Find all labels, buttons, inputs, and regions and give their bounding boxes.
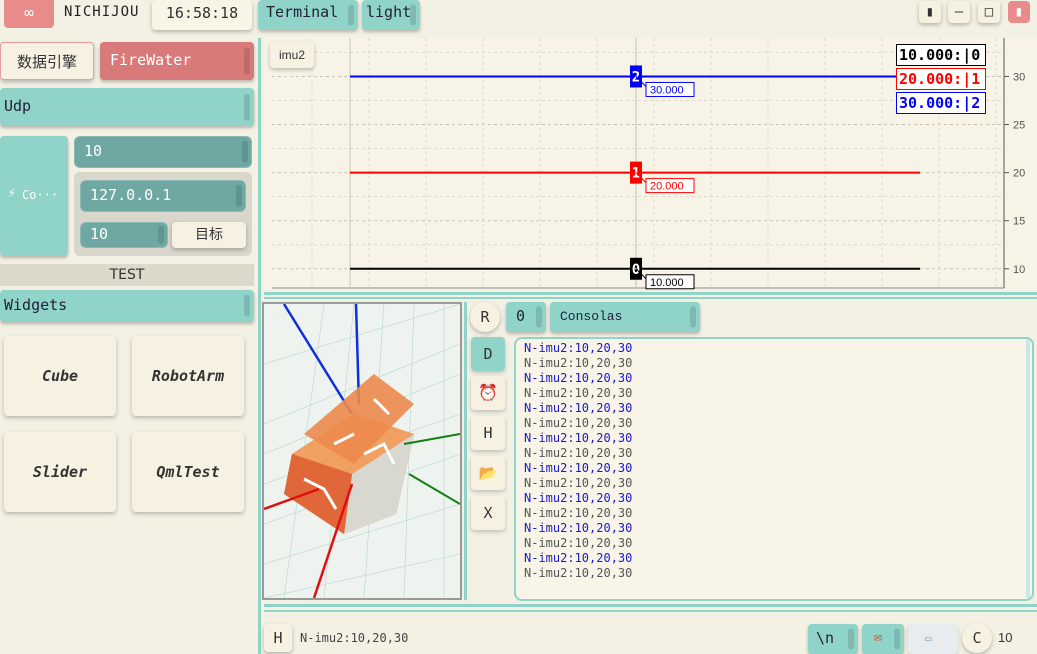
target-button[interactable]: 目标 bbox=[172, 222, 246, 248]
engine-select-value: FireWater bbox=[110, 51, 192, 69]
console-line: N-imu2:10,20,30 bbox=[524, 521, 633, 535]
tile-cube[interactable]: Cube bbox=[4, 336, 116, 416]
console-line: N-imu2:10,20,30 bbox=[524, 401, 633, 415]
console-scrollbar[interactable] bbox=[1026, 340, 1030, 598]
plot-splitter[interactable] bbox=[264, 292, 1037, 295]
logo-button[interactable]: ∞ bbox=[4, 0, 54, 28]
port-field[interactable]: 10 bbox=[80, 222, 168, 248]
console-output[interactable]: N-imu2:10,20,30 N-imu2:10,20,30 N-imu2:10,… bbox=[514, 337, 1034, 601]
port-value: 10 bbox=[90, 225, 109, 243]
maximize-button[interactable]: □ bbox=[978, 1, 1000, 23]
y-tick-label: 20 bbox=[1013, 168, 1025, 180]
send-icon: ✉ bbox=[874, 630, 882, 645]
plug-icon: ⚡ bbox=[8, 186, 16, 201]
cube-scene bbox=[264, 304, 460, 598]
mode-value: 0 bbox=[516, 307, 526, 325]
console-line: N-imu2:10,20,30 bbox=[524, 386, 633, 400]
newline-toggle[interactable]: \n bbox=[808, 624, 858, 654]
display-mode-button[interactable]: D bbox=[471, 337, 505, 371]
console-line: N-imu2:10,20,30 bbox=[524, 341, 633, 355]
tile-slider[interactable]: Slider bbox=[4, 432, 116, 512]
pin-window-button[interactable]: ▮ bbox=[919, 1, 941, 23]
hex-input-toggle[interactable]: H bbox=[264, 624, 292, 652]
console-line: N-imu2:10,20,30 bbox=[524, 551, 633, 565]
plot-splitter-b bbox=[264, 297, 1037, 299]
console-line: N-imu2:10,20,30 bbox=[524, 416, 633, 430]
font-value: Consolas bbox=[560, 309, 623, 324]
console-line: N-imu2:10,20,30 bbox=[524, 356, 633, 370]
engine-label-button[interactable]: 数据引擎 bbox=[0, 42, 94, 80]
vertical-splitter[interactable] bbox=[258, 38, 261, 654]
send-count: 10 bbox=[998, 630, 1013, 645]
cube-3d-view[interactable] bbox=[262, 302, 462, 600]
series-marker-label: 2 bbox=[632, 69, 640, 85]
data-label: 20.000 bbox=[650, 181, 684, 193]
y-tick-label: 25 bbox=[1013, 120, 1025, 132]
console-line: N-imu2:10,20,30 bbox=[524, 446, 633, 460]
tab-terminal[interactable]: Terminal bbox=[258, 0, 358, 30]
reset-button[interactable]: R bbox=[470, 302, 500, 332]
font-select[interactable]: Consolas bbox=[550, 302, 700, 332]
series-marker-label: 1 bbox=[632, 166, 640, 182]
input-splitter[interactable] bbox=[264, 604, 1037, 607]
legend-entry: 20.000:|1 bbox=[896, 68, 986, 90]
console-line: N-imu2:10,20,30 bbox=[524, 461, 633, 475]
input-splitter-b bbox=[264, 610, 1037, 612]
legend-entry: 10.000:|0 bbox=[896, 44, 986, 66]
y-tick-label: 10 bbox=[1013, 264, 1025, 276]
clear-button[interactable]: C bbox=[962, 623, 992, 653]
plot-tag: imu2 bbox=[270, 42, 314, 68]
protocol-value: Udp bbox=[4, 97, 32, 115]
newline-label: \n bbox=[816, 629, 835, 647]
tab-theme-label: light bbox=[366, 3, 412, 21]
interval-field[interactable]: 10 bbox=[74, 136, 252, 168]
close-port-button[interactable]: X bbox=[471, 496, 505, 530]
minimize-button[interactable]: – bbox=[948, 1, 970, 23]
engine-select-handle bbox=[244, 47, 250, 75]
loop-icon: ▭ bbox=[925, 632, 932, 645]
tile-robotarm[interactable]: RobotArm bbox=[132, 336, 244, 416]
send-button[interactable]: ✉ bbox=[862, 624, 904, 654]
data-label: 10.000 bbox=[650, 277, 684, 289]
console-lines: N-imu2:10,20,30 N-imu2:10,20,30 N-imu2:10,… bbox=[524, 341, 1024, 581]
tab-theme[interactable]: light bbox=[362, 0, 420, 30]
y-tick-label: 15 bbox=[1013, 216, 1025, 228]
loop-send-button[interactable]: ▭ bbox=[908, 624, 958, 654]
console-line: N-imu2:10,20,30 bbox=[524, 566, 633, 580]
plot-legend: 10.000:|0 20.000:|1 30.000:|2 bbox=[896, 44, 986, 116]
console-line: N-imu2:10,20,30 bbox=[524, 536, 633, 550]
engine-select[interactable]: FireWater bbox=[100, 42, 254, 80]
console-line: N-imu2:10,20,30 bbox=[524, 476, 633, 490]
clock: 16:58:18 bbox=[152, 0, 252, 30]
widgets-select[interactable]: Widgets bbox=[0, 290, 254, 322]
y-tick-label: 30 bbox=[1013, 71, 1025, 83]
close-button[interactable]: ▮ bbox=[1008, 1, 1030, 23]
tab-terminal-label: Terminal bbox=[266, 3, 339, 21]
mode-select[interactable]: 0 bbox=[506, 302, 546, 332]
connect-button[interactable]: ⚡ Co··· bbox=[0, 136, 68, 256]
plot-area[interactable]: 10 15 20 25 30 0 10.000 1 20.000 2 30.000 imu2 10.… bbox=[264, 38, 1037, 290]
protocol-select[interactable]: Udp bbox=[0, 88, 254, 126]
series-marker-label: 0 bbox=[632, 262, 640, 278]
widgets-label: Widgets bbox=[4, 296, 68, 314]
folder-icon[interactable]: 📂 bbox=[471, 456, 505, 490]
console-line: N-imu2:10,20,30 bbox=[524, 491, 633, 505]
console-line: N-imu2:10,20,30 bbox=[524, 506, 633, 520]
cube-splitter[interactable] bbox=[464, 302, 467, 600]
send-input[interactable]: N-imu2:10,20,30 bbox=[300, 624, 800, 652]
app-title: NICHIJOU bbox=[64, 4, 140, 20]
tile-qmltest[interactable]: QmlTest bbox=[132, 432, 244, 512]
data-label: 30.000 bbox=[650, 84, 684, 96]
interval-value: 10 bbox=[84, 142, 103, 160]
connect-label: Co··· bbox=[22, 188, 59, 202]
legend-entry: 30.000:|2 bbox=[896, 92, 986, 114]
alarm-clock-icon[interactable]: ⏰ bbox=[471, 376, 505, 410]
hex-mode-button[interactable]: H bbox=[471, 416, 505, 450]
ip-value: 127.0.0.1 bbox=[90, 186, 172, 204]
ip-field[interactable]: 127.0.0.1 bbox=[80, 180, 246, 212]
test-button[interactable]: TEST bbox=[0, 264, 254, 286]
console-line: N-imu2:10,20,30 bbox=[524, 371, 633, 385]
console-line: N-imu2:10,20,30 bbox=[524, 431, 633, 445]
